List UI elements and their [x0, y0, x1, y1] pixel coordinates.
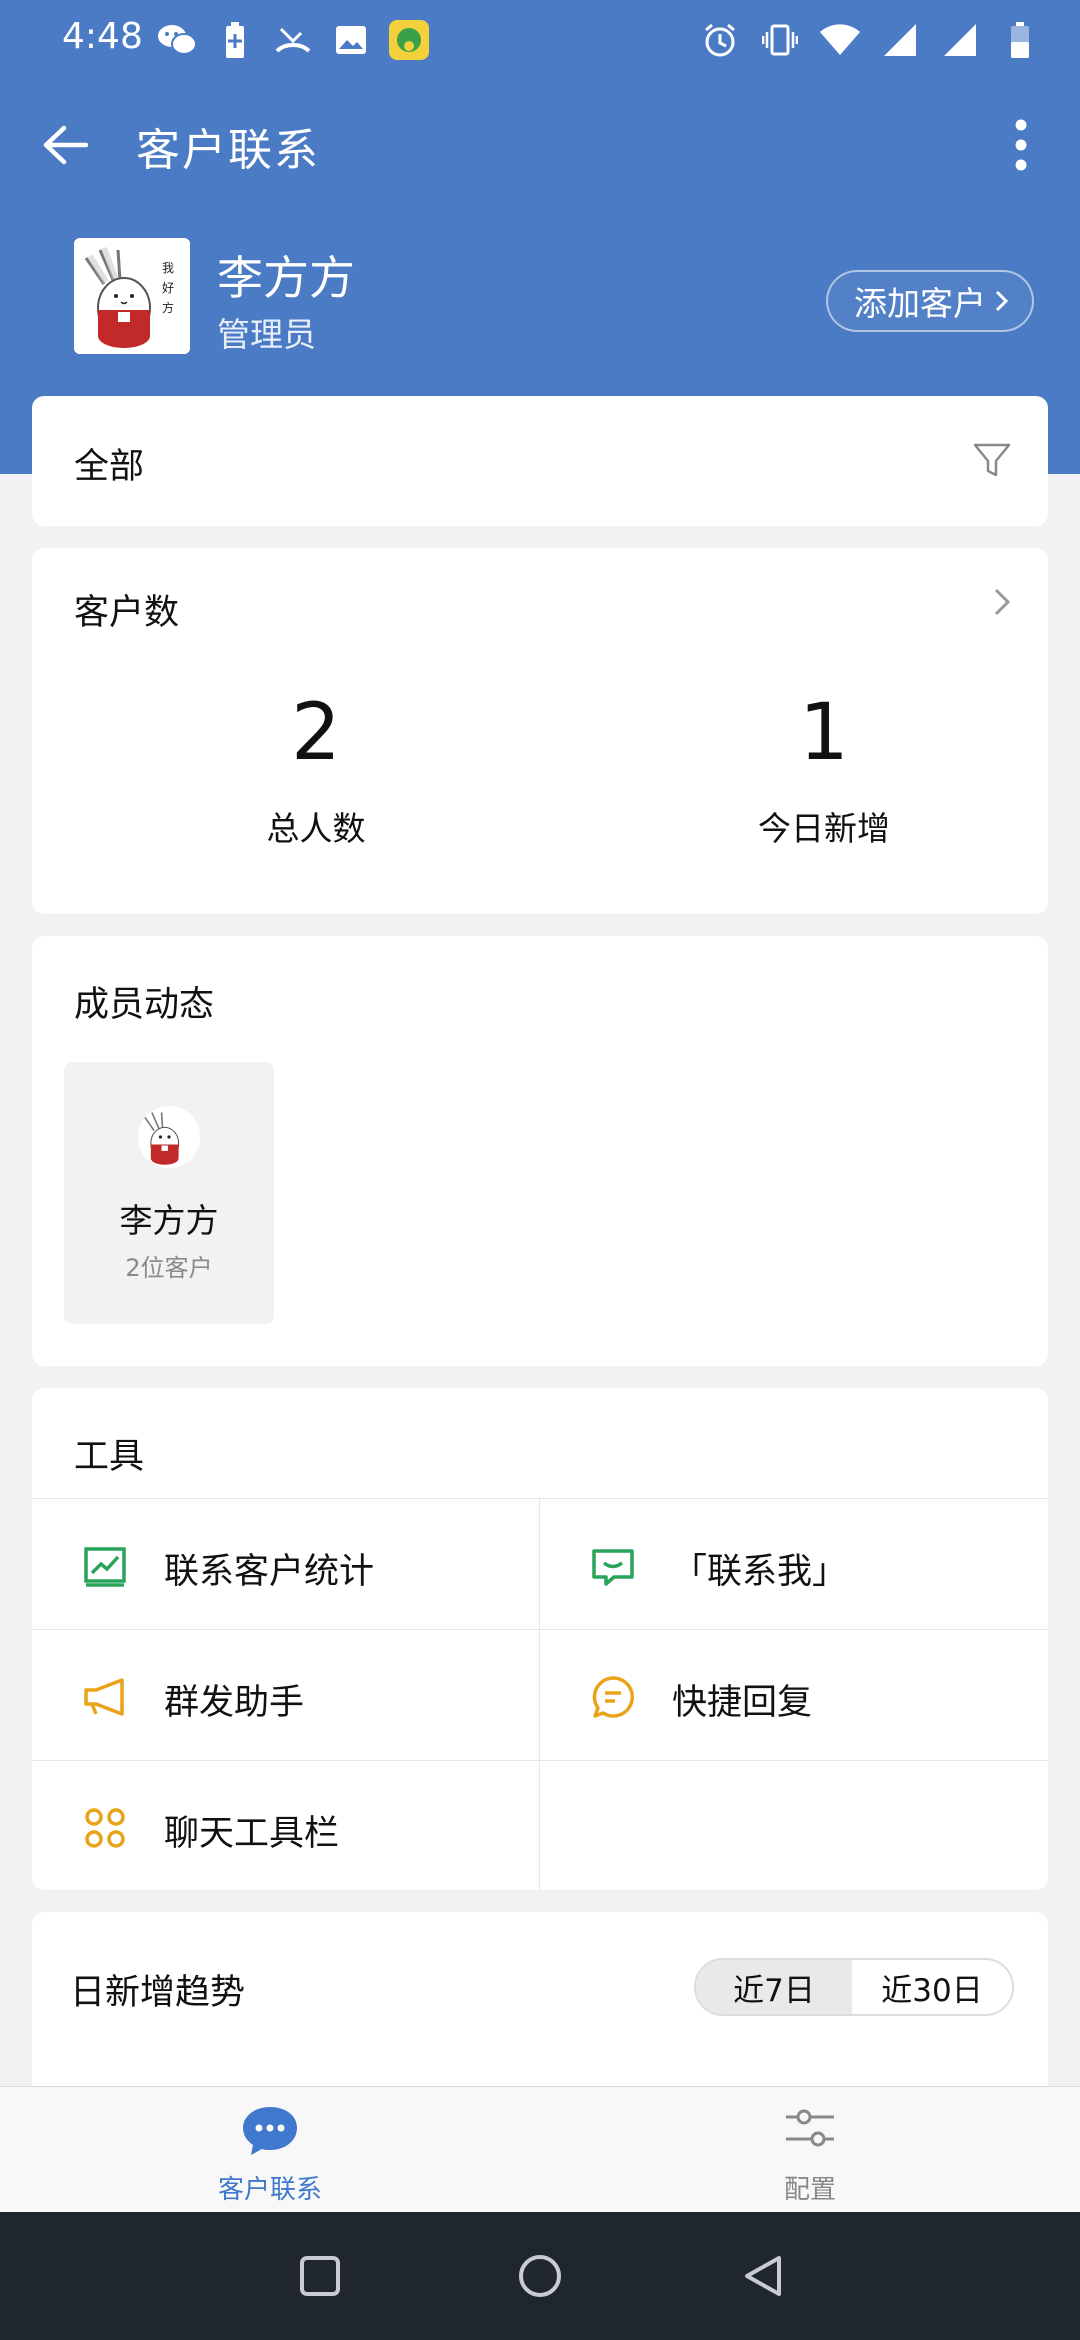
today-count-value: 1: [799, 688, 849, 778]
member-activity-title: 成员动态: [74, 985, 215, 1025]
wifi-icon: [818, 18, 862, 62]
signal-icon: [878, 18, 922, 62]
vibrate-icon: [758, 18, 802, 62]
filter-label: 全部: [74, 447, 145, 487]
today-count-label: 今日新增: [758, 809, 890, 848]
add-customer-label: 添加客户: [854, 284, 986, 323]
total-count-value: 2: [291, 688, 341, 778]
customer-count-card[interactable]: 客户数 2 总人数 1 今日新增: [32, 548, 1048, 914]
more-vertical-icon: [1015, 119, 1027, 171]
page: 4:48 客户联系 我 好 方 李方方 管理员 添加客户 全部 客户数 2 总人…: [0, 0, 1080, 2340]
add-customer-button[interactable]: 添加客户: [826, 270, 1034, 332]
chat-bubble-icon: [243, 2107, 297, 2155]
app-notification-icon: [387, 18, 431, 62]
stat-today: 1 今日新增: [624, 694, 1024, 850]
home-button[interactable]: [512, 2248, 568, 2304]
total-count-label: 总人数: [266, 809, 366, 848]
tool-label: 联系客户统计: [164, 1552, 375, 1592]
status-left-icons: [155, 18, 431, 62]
battery-icon: [998, 18, 1042, 62]
alarm-icon: [698, 18, 742, 62]
settings-sliders-icon: [786, 2109, 834, 2147]
profile-name: 李方方: [217, 251, 355, 305]
tool-label: 聊天工具栏: [164, 1814, 340, 1854]
tool-label: 快捷回复: [672, 1683, 813, 1723]
filter-icon[interactable]: [972, 440, 1012, 480]
quick-reply-icon: [592, 1676, 634, 1718]
tool-contact-me[interactable]: 「联系我」: [540, 1499, 1048, 1630]
member-activity-card: 成员动态 李方方 2位客户: [32, 936, 1048, 1366]
profile-header: 我 好 方 李方方 管理员 添加客户: [74, 238, 1034, 356]
stat-total: 2 总人数: [116, 694, 516, 850]
signal-icon-2: [938, 18, 982, 62]
nav-label: 客户联系: [217, 2175, 322, 2205]
chevron-right-icon: [995, 290, 1009, 312]
system-nav-bar: [0, 2212, 1080, 2340]
svg-text:方: 方: [162, 300, 174, 315]
tools-row: 联系客户统计 「联系我」: [32, 1498, 1048, 1630]
tool-empty: [540, 1761, 1048, 1890]
missed-call-icon: [271, 18, 315, 62]
trend-range-toggle: 近7日 近30日: [694, 1958, 1014, 2016]
tools-grid: 联系客户统计 「联系我」 群发助手 快捷回复 聊天工具栏: [32, 1498, 1048, 1890]
more-button[interactable]: [986, 110, 1056, 180]
chevron-right-icon: [994, 588, 1011, 616]
tool-mass-message[interactable]: 群发助手: [32, 1630, 540, 1761]
bottom-nav: 客户联系 配置: [0, 2086, 1080, 2212]
triangle-back-icon: [745, 2256, 781, 2296]
customer-count-title: 客户数: [74, 593, 180, 633]
megaphone-icon: [84, 1678, 124, 1716]
square-icon: [300, 2256, 340, 2296]
tool-contact-stats[interactable]: 联系客户统计: [32, 1499, 540, 1630]
tools-card: 工具 联系客户统计 「联系我」 群发助手 快捷回复 聊天工具栏: [32, 1388, 1048, 1890]
svg-text:好: 好: [162, 281, 174, 295]
tools-row: 聊天工具栏: [32, 1760, 1048, 1890]
member-name: 李方方: [119, 1201, 219, 1240]
wechat-icon: [155, 18, 199, 62]
tool-chat-toolbar[interactable]: 聊天工具栏: [32, 1761, 540, 1890]
profile-role: 管理员: [217, 315, 316, 354]
app-bar: 客户联系: [0, 96, 1080, 192]
system-back-button[interactable]: [734, 2248, 790, 2304]
member-avatar: [138, 1106, 200, 1168]
tool-label: 群发助手: [164, 1683, 305, 1723]
tool-label: 「联系我」: [672, 1552, 848, 1592]
range-7-days[interactable]: 近7日: [696, 1960, 852, 2014]
back-button[interactable]: [30, 110, 100, 180]
tool-quick-reply[interactable]: 快捷回复: [540, 1630, 1048, 1761]
nav-customer-contact[interactable]: 客户联系: [70, 2087, 470, 2213]
status-time: 4:48: [62, 16, 143, 57]
avatar[interactable]: 我 好 方: [74, 238, 190, 354]
range-30-days[interactable]: 近30日: [852, 1960, 1012, 2014]
tools-title: 工具: [74, 1437, 145, 1477]
nav-label: 配置: [783, 2175, 836, 2205]
nav-config[interactable]: 配置: [610, 2087, 1010, 2213]
trend-title: 日新增趋势: [70, 1973, 246, 2013]
battery-saver-icon: [213, 18, 257, 62]
message-icon: [592, 1549, 634, 1586]
status-right-icons: [698, 18, 1042, 62]
member-customer-count: 2位客户: [125, 1254, 213, 1282]
svg-text:我: 我: [162, 261, 174, 275]
toolbar-grid-icon: [85, 1808, 125, 1848]
page-title: 客户联系: [136, 125, 320, 176]
circle-icon: [519, 2255, 561, 2297]
chart-icon: [84, 1547, 126, 1587]
trend-card: 日新增趋势 近7日 近30日: [32, 1912, 1048, 2092]
tools-row: 群发助手 快捷回复: [32, 1629, 1048, 1761]
status-bar: 4:48: [0, 0, 1080, 80]
arrow-back-icon: [43, 125, 88, 165]
member-tile[interactable]: 李方方 2位客户: [64, 1062, 274, 1324]
recents-button[interactable]: [292, 2248, 348, 2304]
image-icon: [329, 18, 373, 62]
filter-card[interactable]: 全部: [32, 396, 1048, 526]
